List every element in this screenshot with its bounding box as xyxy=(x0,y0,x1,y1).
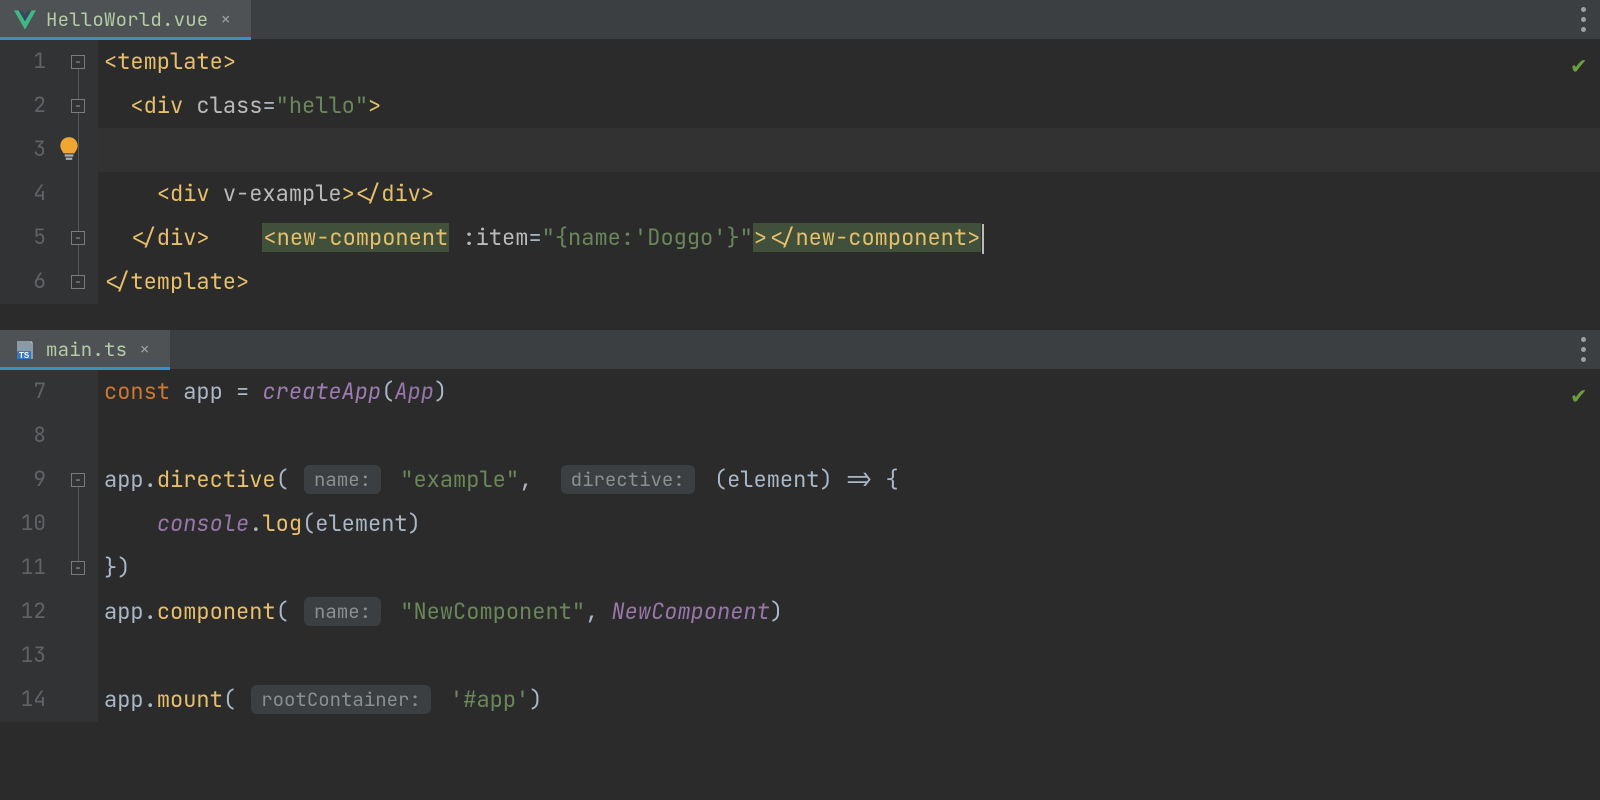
code-line: const app = createApp(App) xyxy=(98,370,1600,414)
editor-pane-bottom: TS main.ts × ✔ 7 8 9 10 11 12 13 14 − − xyxy=(0,330,1600,800)
fold-toggle-icon[interactable]: − xyxy=(71,55,85,69)
editor-pane-top: HelloWorld.vue × ✔ 1 2 3 4 5 6 − − − − <… xyxy=(0,0,1600,330)
line-number: 7 xyxy=(0,370,46,414)
line-number: 2 xyxy=(0,84,46,128)
fold-end-icon[interactable]: − xyxy=(71,231,85,245)
kebab-menu-icon[interactable] xyxy=(1581,330,1586,369)
code-line-current: <new-component :item="{name:'Doggo'}"></… xyxy=(98,128,1600,172)
intention-bulb-icon[interactable] xyxy=(58,136,80,162)
vue-icon xyxy=(14,10,36,30)
code-line: app.mount( rootContainer: '#app') xyxy=(98,678,1600,722)
line-number: 13 xyxy=(0,634,46,678)
code-area[interactable]: <template> <div class="hello"> <new-comp… xyxy=(98,40,1600,304)
code-line: <div class="hello"> xyxy=(98,84,1600,128)
tab-bar-bottom: TS main.ts × xyxy=(0,330,1600,370)
line-number: 1 xyxy=(0,40,46,84)
ts-icon: TS xyxy=(14,339,36,361)
tab-bar-top: HelloWorld.vue × xyxy=(0,0,1600,40)
code-area[interactable]: const app = createApp(App) app.directive… xyxy=(98,370,1600,722)
line-number: 3 xyxy=(0,128,46,172)
code-line: console.log(element) xyxy=(98,502,1600,546)
tab-filename: HelloWorld.vue xyxy=(46,7,208,32)
line-number: 12 xyxy=(0,590,46,634)
inlay-hint: rootContainer: xyxy=(251,685,431,714)
close-icon[interactable]: × xyxy=(218,11,233,29)
line-gutter: 1 2 3 4 5 6 xyxy=(0,40,58,304)
kebab-menu-icon[interactable] xyxy=(1581,0,1586,39)
line-number: 4 xyxy=(0,172,46,216)
fold-toggle-icon[interactable]: − xyxy=(71,99,85,113)
svg-text:TS: TS xyxy=(19,351,30,360)
fold-column: − − xyxy=(58,370,98,722)
code-line: </div> xyxy=(98,216,1600,260)
fold-toggle-icon[interactable]: − xyxy=(71,473,85,487)
fold-end-icon[interactable]: − xyxy=(71,561,85,575)
tab-main-ts[interactable]: TS main.ts × xyxy=(0,330,170,369)
code-line: app.component( name: "NewComponent", New… xyxy=(98,590,1600,634)
fold-column: − − − − xyxy=(58,40,98,304)
code-line: <div v-example></div> xyxy=(98,172,1600,216)
code-editor-bottom[interactable]: ✔ 7 8 9 10 11 12 13 14 − − const app = c… xyxy=(0,370,1600,722)
line-gutter: 7 8 9 10 11 12 13 14 xyxy=(0,370,58,722)
code-line: }) xyxy=(98,546,1600,590)
inlay-hint: directive: xyxy=(561,465,695,494)
line-number: 8 xyxy=(0,414,46,458)
code-line xyxy=(98,634,1600,678)
line-number: 9 xyxy=(0,458,46,502)
code-line: app.directive( name: "example", directiv… xyxy=(98,458,1600,502)
close-icon[interactable]: × xyxy=(137,341,152,359)
code-line: </template> xyxy=(98,260,1600,304)
code-line: <template> xyxy=(98,40,1600,84)
line-number: 10 xyxy=(0,502,46,546)
tab-helloworld-vue[interactable]: HelloWorld.vue × xyxy=(0,0,251,39)
line-number: 14 xyxy=(0,678,46,722)
line-number: 6 xyxy=(0,260,46,304)
inlay-hint: name: xyxy=(304,597,381,626)
inlay-hint: name: xyxy=(304,465,381,494)
code-line xyxy=(98,414,1600,458)
line-number: 11 xyxy=(0,546,46,590)
tab-filename: main.ts xyxy=(46,337,127,362)
code-editor-top[interactable]: ✔ 1 2 3 4 5 6 − − − − <template> <div cl… xyxy=(0,40,1600,304)
line-number: 5 xyxy=(0,216,46,260)
fold-end-icon[interactable]: − xyxy=(71,275,85,289)
